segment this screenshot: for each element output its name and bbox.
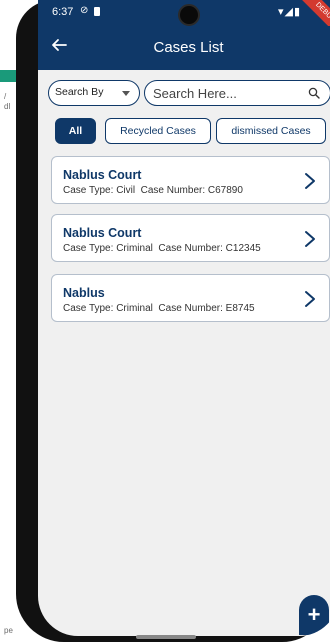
caret-down-icon — [122, 91, 130, 96]
search-field[interactable] — [144, 80, 330, 106]
case-court: Nablus Court — [63, 226, 142, 240]
case-number-label: Case Number: — [158, 243, 223, 254]
signal-battery-icons: ▾◢▮ — [278, 6, 302, 18]
case-type-label: Case Type: — [63, 243, 114, 254]
filter-recycled-cases[interactable]: Recycled Cases — [105, 118, 211, 144]
filter-dismissed-cases[interactable]: dismissed Cases — [216, 118, 326, 144]
search-icon[interactable] — [308, 87, 320, 99]
case-number: C67890 — [207, 185, 243, 196]
status-time: 6:37 — [52, 6, 74, 18]
add-case-button[interactable]: + — [299, 595, 329, 635]
case-type: Criminal — [116, 303, 153, 314]
home-indicator[interactable] — [136, 635, 196, 639]
chevron-right-icon — [305, 173, 315, 189]
case-court: Nablus — [63, 286, 105, 300]
case-meta: Case Type: Civil Case Number: C67890 — [63, 185, 243, 196]
background-app-text: dl — [4, 102, 11, 111]
app-bar: Cases List — [38, 26, 330, 70]
search-input[interactable] — [153, 83, 303, 103]
filter-all[interactable]: All — [55, 118, 96, 144]
page-title: Cases List — [153, 39, 224, 56]
location-icon: ⊘ — [80, 5, 89, 16]
case-card[interactable]: Nablus Case Type: Criminal Case Number: … — [51, 274, 330, 322]
phone-frame: 6:37 ⊘ ▾◢▮ DEBUG Cases List Search By Se… — [16, 0, 330, 642]
filter-tabs: All Recycled Cases dismissed Cases — [55, 118, 330, 144]
background-app-text: pe — [4, 626, 13, 635]
case-number: C12345 — [225, 243, 261, 254]
case-type: Criminal — [116, 243, 153, 254]
case-meta: Case Type: Criminal Case Number: E8745 — [63, 303, 255, 314]
case-court: Nablus Court — [63, 168, 142, 182]
stage: / dl pe 6:37 ⊘ ▾◢▮ DEBUG Cases List Sear… — [0, 0, 330, 642]
case-card[interactable]: Nablus Court Case Type: Civil Case Numbe… — [51, 156, 330, 204]
search-by-dropdown[interactable]: Search By — [48, 80, 140, 106]
search-row: Search By — [48, 80, 330, 106]
case-type-label: Case Type: — [63, 185, 114, 196]
case-number: E8745 — [225, 303, 255, 314]
app-screen: 6:37 ⊘ ▾◢▮ DEBUG Cases List Search By Se… — [38, 0, 330, 636]
chevron-right-icon — [305, 231, 315, 247]
case-type: Civil — [116, 185, 136, 196]
case-card[interactable]: Nablus Court Case Type: Criminal Case Nu… — [51, 214, 330, 262]
chevron-right-icon — [305, 291, 315, 307]
case-meta: Case Type: Criminal Case Number: C12345 — [63, 243, 261, 254]
status-bar: 6:37 ⊘ ▾◢▮ DEBUG — [38, 0, 330, 44]
background-app-text: / — [4, 92, 7, 101]
case-number-label: Case Number: — [140, 185, 206, 196]
front-camera — [178, 4, 200, 26]
sim-icon — [94, 7, 100, 16]
case-number-label: Case Number: — [158, 303, 223, 314]
search-by-label: Search By — [55, 86, 104, 98]
case-type-label: Case Type: — [63, 303, 114, 314]
